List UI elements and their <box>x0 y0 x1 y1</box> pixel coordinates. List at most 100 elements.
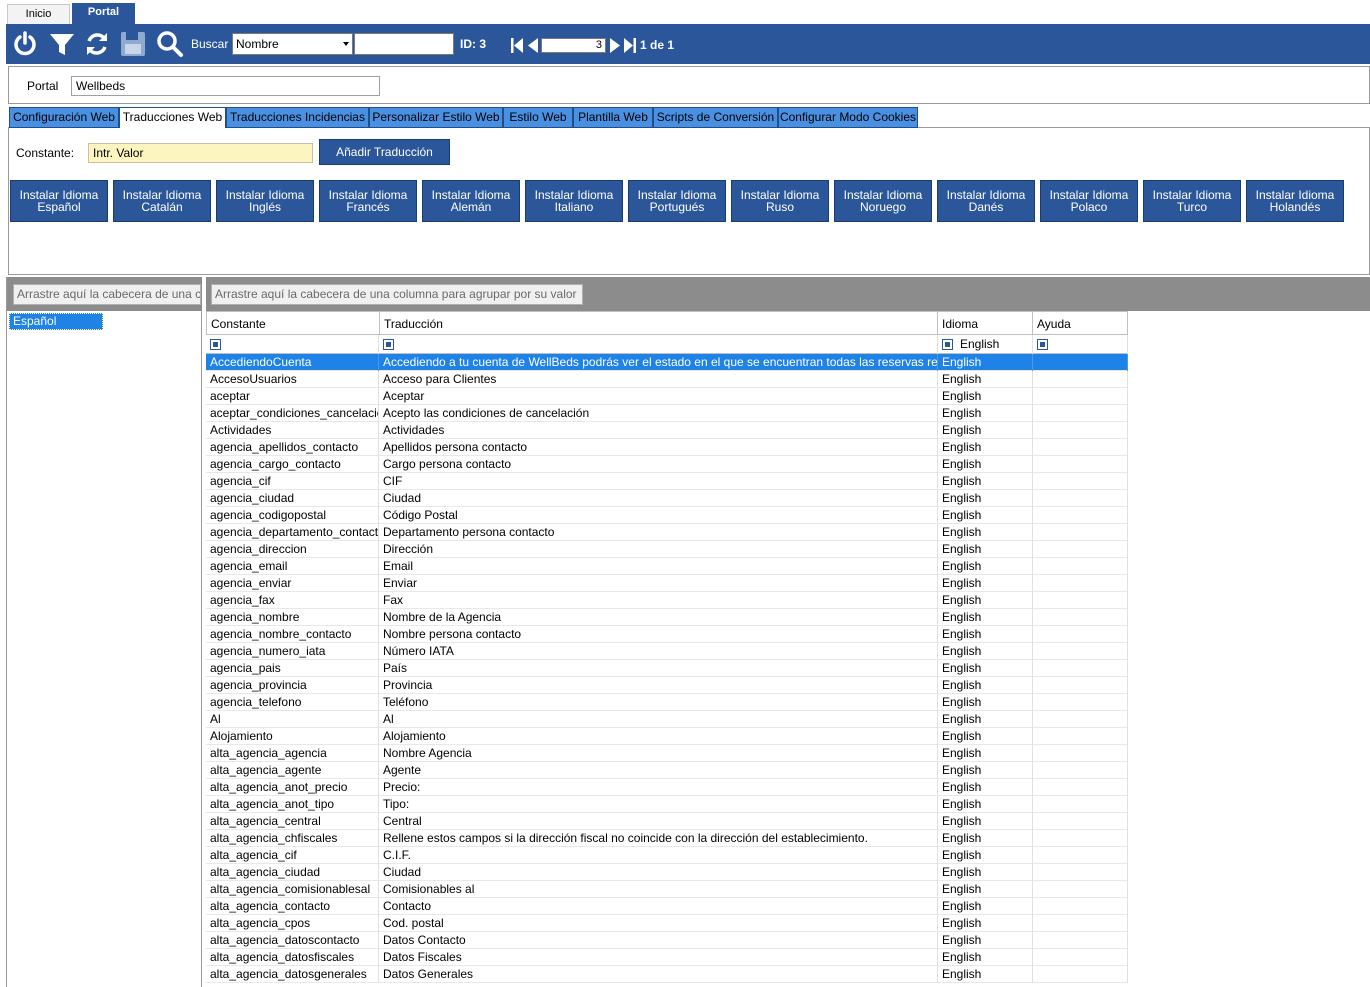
install-language-button[interactable]: Instalar Idioma Noruego <box>834 180 932 222</box>
cell-traduccion[interactable]: Apellidos persona contacto <box>379 439 938 456</box>
cell-constante[interactable]: agencia_ciudad <box>206 490 379 507</box>
first-page-icon[interactable] <box>511 38 523 53</box>
install-language-button[interactable]: Instalar Idioma Polaco <box>1040 180 1138 222</box>
cell-ayuda[interactable] <box>1033 677 1128 694</box>
page-input[interactable]: 3 <box>541 38 606 53</box>
install-language-button[interactable]: Instalar Idioma Danés <box>937 180 1035 222</box>
search-field-select[interactable]: Nombre <box>232 33 353 55</box>
cell-ayuda[interactable] <box>1033 439 1128 456</box>
table-row[interactable]: AccediendoCuenta Accediendo a tu cuenta d… <box>206 354 1128 371</box>
table-row[interactable]: agencia_pais País English <box>206 660 1128 677</box>
cell-constante[interactable]: agencia_enviar <box>206 575 379 592</box>
cell-constante[interactable]: agencia_cif <box>206 473 379 490</box>
cell-idioma[interactable]: English <box>938 847 1033 864</box>
table-row[interactable]: Alojamiento Alojamiento English <box>206 728 1128 745</box>
cell-traduccion[interactable]: Datos Contacto <box>379 932 938 949</box>
cell-traduccion[interactable]: Cod. postal <box>379 915 938 932</box>
cell-ayuda[interactable] <box>1033 813 1128 830</box>
cell-constante[interactable]: aceptar <box>206 388 379 405</box>
table-row[interactable]: agencia_ciudad Ciudad English <box>206 490 1128 507</box>
cell-constante[interactable]: Alojamiento <box>206 728 379 745</box>
cell-ayuda[interactable] <box>1033 711 1128 728</box>
cell-constante[interactable]: alta_agencia_cpos <box>206 915 379 932</box>
tab-traducciones-web[interactable]: Traducciones Web <box>119 107 226 129</box>
filter-idioma[interactable]: English <box>938 335 1033 354</box>
cell-ayuda[interactable] <box>1033 932 1128 949</box>
cell-traduccion[interactable]: Al <box>379 711 938 728</box>
cell-constante[interactable]: alta_agencia_contacto <box>206 898 379 915</box>
cell-ayuda[interactable] <box>1033 524 1128 541</box>
table-row[interactable]: AccesoUsuarios Acceso para Clientes Englis… <box>206 371 1128 388</box>
table-row[interactable]: agencia_numero_iata Número IATA English <box>206 643 1128 660</box>
cell-constante[interactable]: agencia_nombre <box>206 609 379 626</box>
next-page-icon[interactable] <box>610 38 620 53</box>
cell-constante[interactable]: agencia_email <box>206 558 379 575</box>
cell-constante[interactable]: agencia_fax <box>206 592 379 609</box>
cell-ayuda[interactable] <box>1033 915 1128 932</box>
cell-ayuda[interactable] <box>1033 694 1128 711</box>
cell-idioma[interactable]: English <box>938 541 1033 558</box>
cell-ayuda[interactable] <box>1033 949 1128 966</box>
table-row[interactable]: aceptar_condiciones_cancelacion Acepto la… <box>206 405 1128 422</box>
cell-idioma[interactable]: English <box>938 609 1033 626</box>
table-row[interactable]: alta_agencia_datosfiscales Datos Fiscales… <box>206 949 1128 966</box>
filter-icon[interactable] <box>1037 339 1048 350</box>
cell-traduccion[interactable]: Fax <box>379 592 938 609</box>
cell-idioma[interactable]: English <box>938 813 1033 830</box>
cell-ayuda[interactable] <box>1033 881 1128 898</box>
cell-idioma[interactable]: English <box>938 371 1033 388</box>
cell-constante[interactable]: alta_agencia_ciudad <box>206 864 379 881</box>
table-row[interactable]: agencia_enviar Enviar English <box>206 575 1128 592</box>
tab-traducciones-incidencias[interactable]: Traducciones Incidencias <box>226 107 369 128</box>
cell-constante[interactable]: agencia_provincia <box>206 677 379 694</box>
filter-icon[interactable] <box>210 339 221 350</box>
cell-ayuda[interactable] <box>1033 626 1128 643</box>
cell-ayuda[interactable] <box>1033 609 1128 626</box>
window-tab-portal[interactable]: Portal <box>72 3 135 24</box>
cell-traduccion[interactable]: Aceptar <box>379 388 938 405</box>
cell-traduccion[interactable]: Central <box>379 813 938 830</box>
cell-constante[interactable]: agencia_direccion <box>206 541 379 558</box>
table-row[interactable]: alta_agencia_central Central English <box>206 813 1128 830</box>
cell-traduccion[interactable]: Ciudad <box>379 864 938 881</box>
cell-traduccion[interactable]: Nombre de la Agencia <box>379 609 938 626</box>
install-language-button[interactable]: Instalar Idioma Holandés <box>1246 180 1344 222</box>
cell-ayuda[interactable] <box>1033 830 1128 847</box>
cell-ayuda[interactable] <box>1033 473 1128 490</box>
cell-ayuda[interactable] <box>1033 898 1128 915</box>
left-group-hint[interactable]: Arrastre aquí la cabecera de una columna… <box>13 284 201 305</box>
cell-constante[interactable]: AccesoUsuarios <box>206 371 379 388</box>
cell-constante[interactable]: agencia_numero_iata <box>206 643 379 660</box>
cell-idioma[interactable]: English <box>938 473 1033 490</box>
install-language-button[interactable]: Instalar Idioma Español <box>10 180 108 222</box>
cell-traduccion[interactable]: C.I.F. <box>379 847 938 864</box>
table-row[interactable]: alta_agencia_datosgenerales Datos General… <box>206 966 1128 983</box>
cell-constante[interactable]: alta_agencia_central <box>206 813 379 830</box>
cell-ayuda[interactable] <box>1033 796 1128 813</box>
cell-idioma[interactable]: English <box>938 711 1033 728</box>
cell-idioma[interactable]: English <box>938 575 1033 592</box>
cell-constante[interactable]: alta_agencia_datosgenerales <box>206 966 379 983</box>
cell-idioma[interactable]: English <box>938 745 1033 762</box>
filter-icon[interactable] <box>48 30 76 58</box>
cell-idioma[interactable]: English <box>938 626 1033 643</box>
cell-idioma[interactable]: English <box>938 830 1033 847</box>
cell-constante[interactable]: agencia_nombre_contacto <box>206 626 379 643</box>
last-page-icon[interactable] <box>624 38 636 53</box>
cell-constante[interactable]: alta_agencia_chfiscales <box>206 830 379 847</box>
cell-idioma[interactable]: English <box>938 677 1033 694</box>
table-row[interactable]: alta_agencia_anot_tipo Tipo: English <box>206 796 1128 813</box>
table-row[interactable]: agencia_direccion Dirección English <box>206 541 1128 558</box>
cell-traduccion[interactable]: CIF <box>379 473 938 490</box>
filter-icon[interactable] <box>383 339 394 350</box>
tab-personalizar-estilo-web[interactable]: Personalizar Estilo Web <box>369 107 503 128</box>
cell-ayuda[interactable] <box>1033 592 1128 609</box>
cell-traduccion[interactable]: Actividades <box>379 422 938 439</box>
tab-configurar-modo-cookies[interactable]: Configurar Modo Cookies <box>778 107 918 128</box>
cell-idioma[interactable]: English <box>938 864 1033 881</box>
cell-idioma[interactable]: English <box>938 796 1033 813</box>
filter-traduccion[interactable] <box>379 335 938 354</box>
add-translation-button[interactable]: Añadir Traducción <box>319 139 450 165</box>
cell-constante[interactable]: AccediendoCuenta <box>206 354 379 371</box>
cell-ayuda[interactable] <box>1033 643 1128 660</box>
